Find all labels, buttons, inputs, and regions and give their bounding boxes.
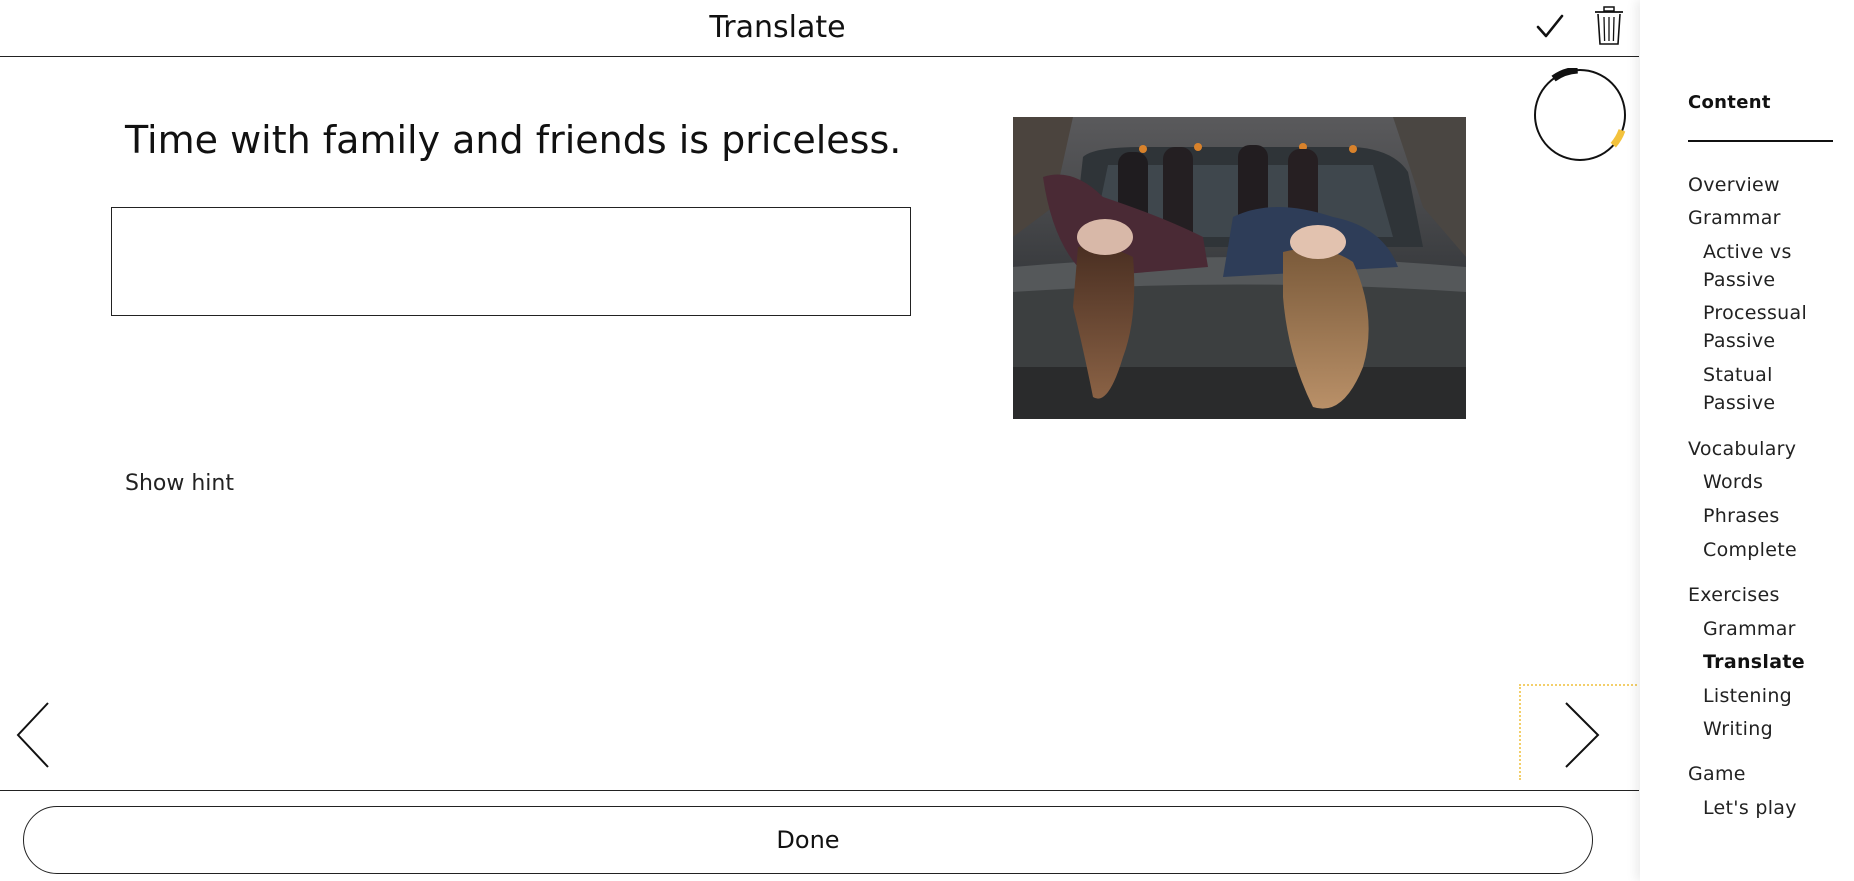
progress-ring-top-arc [1551,68,1579,82]
sidebar-item-words[interactable]: Words [1703,468,1763,497]
trash-icon[interactable] [1593,6,1625,46]
footer-divider [0,790,1639,791]
sidebar-item-vocabulary[interactable]: Vocabulary [1688,435,1796,464]
sidebar-item-passive[interactable]: Passive [1703,327,1775,356]
sidebar-item-complete[interactable]: Complete [1703,536,1797,565]
show-hint-link[interactable]: Show hint [125,470,234,498]
app-window: Translate Time with family and friends i… [0,0,1854,881]
translation-input[interactable] [111,207,911,316]
sidebar-item-overview[interactable]: Overview [1688,171,1780,200]
done-button[interactable]: Done [23,806,1593,874]
sidebar-title: Content [1688,92,1771,113]
sidebar-item-listening[interactable]: Listening [1703,682,1792,711]
progress-ring-fill-arc [1610,129,1626,148]
sidebar-item-exercises[interactable]: Exercises [1688,581,1780,610]
check-icon[interactable] [1535,12,1565,42]
header-bar: Translate [0,0,1639,57]
sidebar-item-statual[interactable]: Statual [1703,361,1773,390]
sidebar-item-translate[interactable]: Translate [1703,648,1805,677]
progress-ring [1534,68,1626,161]
sidebar-item-game[interactable]: Game [1688,760,1746,789]
source-sentence: Time with family and friends is priceles… [125,118,902,162]
sidebar-item-grammar[interactable]: Grammar [1688,204,1781,233]
chevron-left-icon[interactable] [14,700,52,770]
chevron-right-icon[interactable] [1562,700,1602,770]
exercise-photo [1013,117,1466,419]
sidebar-item-processual[interactable]: Processual [1703,299,1807,328]
sidebar-item-phrases[interactable]: Phrases [1703,502,1780,531]
sidebar-item-grammar[interactable]: Grammar [1703,615,1796,644]
exercise-panel: Translate Time with family and friends i… [0,0,1639,881]
page-title: Translate [709,10,846,45]
content-sidebar: Content Overview Grammar Active vs Passive P… [1640,0,1854,881]
sidebar-item-let-s-play[interactable]: Let's play [1703,794,1797,823]
sidebar-item-active-vs[interactable]: Active vs [1703,238,1792,267]
sidebar-item-passive[interactable]: Passive [1703,266,1775,295]
sidebar-divider [1688,140,1833,142]
sidebar-item-passive[interactable]: Passive [1703,389,1775,418]
sidebar-item-writing[interactable]: Writing [1703,715,1773,744]
